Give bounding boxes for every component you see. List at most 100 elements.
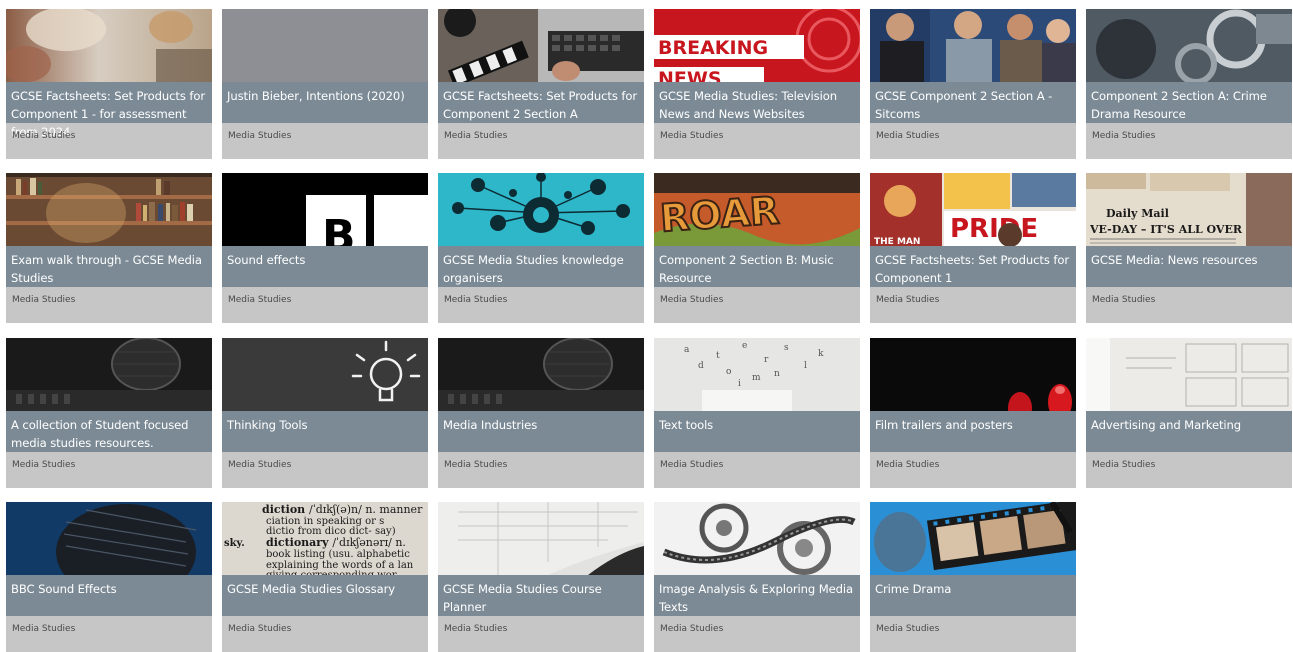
svg-text:BREAKING: BREAKING [658, 37, 768, 59]
resource-card[interactable]: Crime Drama Media Studies [870, 502, 1076, 652]
svg-text:e: e [742, 341, 747, 351]
resource-card[interactable]: GCSE Media Studies knowledge organisers … [438, 173, 644, 323]
card-title[interactable]: GCSE Factsheets: Set Products for Compon… [443, 87, 643, 123]
resource-card[interactable]: PRIDE THE MAN GCSE Factsheets: Set Produ… [870, 173, 1076, 323]
svg-text:t: t [716, 351, 720, 361]
card-title[interactable]: A collection of Student focused media st… [11, 416, 211, 452]
card-category: Media Studies [12, 131, 76, 141]
svg-text:ROAR: ROAR [659, 188, 781, 240]
card-title[interactable]: GCSE Component 2 Section A - Sitcoms [875, 87, 1075, 123]
card-title[interactable]: GCSE Factsheets: Set Products for Compon… [875, 251, 1075, 287]
card-category: Media Studies [12, 295, 76, 305]
card-thumbnail [222, 9, 428, 82]
card-thumbnail [438, 338, 644, 411]
card-category: Media Studies [228, 624, 292, 634]
card-thumbnail [870, 502, 1076, 575]
resource-card[interactable]: Thinking Tools Media Studies [222, 338, 428, 488]
card-title[interactable]: Thinking Tools [227, 416, 427, 434]
card-title[interactable]: Component 2 Section B: Music Resource [659, 251, 859, 287]
card-category: Media Studies [444, 295, 508, 305]
card-thumbnail [654, 502, 860, 575]
card-thumbnail [438, 9, 644, 82]
card-category: Media Studies [876, 131, 940, 141]
resource-card[interactable]: Justin Bieber, Intentions (2020) Media S… [222, 9, 428, 159]
card-thumbnail [6, 9, 212, 82]
resource-card[interactable]: diction /ˈdɪkʃ(ə)n/ n. manner ciation in… [222, 502, 428, 652]
card-title[interactable]: Film trailers and posters [875, 416, 1075, 434]
resource-card[interactable]: Component 2 Section A: Crime Drama Resou… [1086, 9, 1292, 159]
card-category: Media Studies [12, 460, 76, 470]
svg-text:diction /ˈdɪkʃ(ə)n/ n. manner: diction /ˈdɪkʃ(ə)n/ n. manner [262, 503, 423, 516]
resource-card[interactable]: GCSE Component 2 Section A - Sitcoms Med… [870, 9, 1076, 159]
card-thumbnail [438, 173, 644, 246]
resource-card[interactable]: Daily Mail VE-DAY – IT'S ALL OVER GCSE M… [1086, 173, 1292, 323]
svg-text:k: k [818, 349, 824, 359]
svg-text:n: n [774, 369, 780, 379]
card-title[interactable]: GCSE Media: News resources [1091, 251, 1291, 269]
card-title[interactable]: Component 2 Section A: Crime Drama Resou… [1091, 87, 1291, 123]
svg-text:B: B [322, 211, 356, 246]
card-category: Media Studies [1092, 460, 1156, 470]
resource-card[interactable]: Film trailers and posters Media Studies [870, 338, 1076, 488]
card-category: Media Studies [876, 295, 940, 305]
resource-card[interactable]: GCSE Factsheets: Set Products for Compon… [6, 9, 212, 159]
card-category: Media Studies [444, 131, 508, 141]
card-category: Media Studies [12, 624, 76, 634]
svg-text:THE MAN: THE MAN [874, 237, 920, 246]
card-category: Media Studies [444, 624, 508, 634]
card-thumbnail: PRIDE THE MAN [870, 173, 1076, 246]
resource-card[interactable]: A collection of Student focused media st… [6, 338, 212, 488]
resource-card[interactable]: GCSE Factsheets: Set Products for Compon… [438, 9, 644, 159]
card-category: Media Studies [660, 131, 724, 141]
svg-text:NEWS: NEWS [658, 68, 722, 82]
card-category: Media Studies [228, 460, 292, 470]
card-category: Media Studies [876, 460, 940, 470]
card-title[interactable]: Exam walk through - GCSE Media Studies [11, 251, 211, 287]
card-title[interactable]: Text tools [659, 416, 859, 434]
card-thumbnail [6, 338, 212, 411]
svg-text:dictionary /ˈdɪkʃənərɪ/ n.: dictionary /ˈdɪkʃənərɪ/ n. [266, 536, 406, 549]
resource-card[interactable]: Advertising and Marketing Media Studies [1086, 338, 1292, 488]
card-category: Media Studies [876, 624, 940, 634]
card-thumbnail: ROAR [654, 173, 860, 246]
card-title[interactable]: GCSE Media Studies knowledge organisers [443, 251, 643, 287]
resource-card[interactable]: ROAR Component 2 Section B: Music Resour… [654, 173, 860, 323]
card-title[interactable]: BBC Sound Effects [11, 580, 211, 598]
card-thumbnail [870, 9, 1076, 82]
svg-text:Daily Mail: Daily Mail [1106, 207, 1169, 220]
card-category: Media Studies [660, 295, 724, 305]
resource-card[interactable]: BBC Sound Effects Media Studies [6, 502, 212, 652]
card-category: Media Studies [228, 131, 292, 141]
resource-card[interactable]: BREAKING NEWS GCSE Media Studies: Televi… [654, 9, 860, 159]
resource-card[interactable]: Image Analysis & Exploring Media Texts M… [654, 502, 860, 652]
svg-text:s: s [784, 343, 789, 353]
resource-card[interactable]: a t e r s l o m n d k i Text tools Media Studies [654, 338, 860, 488]
card-title[interactable]: Image Analysis & Exploring Media Texts [659, 580, 859, 616]
resource-card[interactable]: B Sound effects Media Studies [222, 173, 428, 323]
card-thumbnail: Daily Mail VE-DAY – IT'S ALL OVER [1086, 173, 1292, 246]
svg-text:PRIDE: PRIDE [950, 214, 1038, 244]
card-thumbnail [1086, 338, 1292, 411]
card-title[interactable]: Justin Bieber, Intentions (2020) [227, 87, 427, 105]
card-title[interactable]: Media Industries [443, 416, 643, 434]
card-category: Media Studies [660, 460, 724, 470]
card-thumbnail [6, 173, 212, 246]
svg-text:o: o [726, 367, 731, 377]
card-thumbnail [1086, 9, 1292, 82]
card-title[interactable]: GCSE Media Studies: Television News and … [659, 87, 859, 123]
card-title[interactable]: Advertising and Marketing [1091, 416, 1291, 434]
card-thumbnail: a t e r s l o m n d k i [654, 338, 860, 411]
svg-text:m: m [752, 373, 761, 383]
resource-card[interactable]: Media Industries Media Studies [438, 338, 644, 488]
svg-text:d: d [698, 361, 704, 371]
card-title[interactable]: Crime Drama [875, 580, 1075, 598]
card-category: Media Studies [1092, 131, 1156, 141]
resource-card[interactable]: GCSE Media Studies Course Planner Media … [438, 502, 644, 652]
card-title[interactable]: Sound effects [227, 251, 427, 269]
card-thumbnail: B [222, 173, 428, 246]
card-title[interactable]: GCSE Media Studies Course Planner [443, 580, 643, 616]
resource-card[interactable]: Exam walk through - GCSE Media Studies M… [6, 173, 212, 323]
card-thumbnail [438, 502, 644, 575]
card-thumbnail [870, 338, 1076, 411]
card-title[interactable]: GCSE Media Studies Glossary [227, 580, 427, 598]
